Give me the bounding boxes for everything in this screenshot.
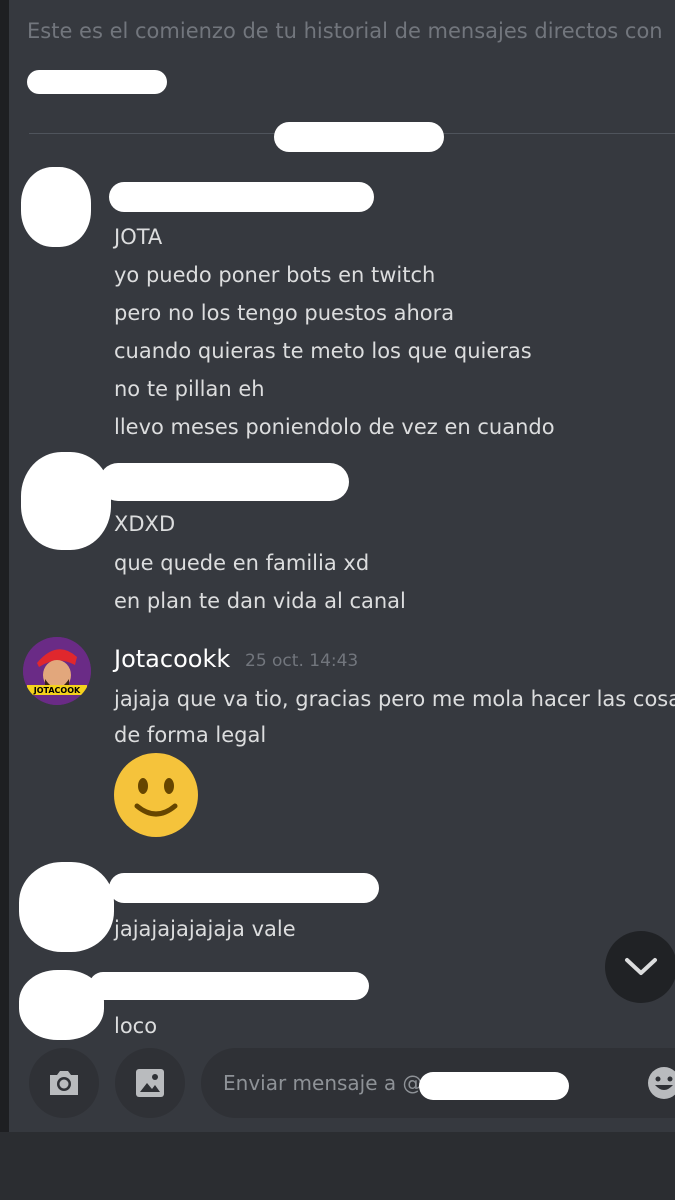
- message-line: loco: [114, 1014, 158, 1038]
- gallery-button[interactable]: [115, 1048, 185, 1118]
- chevron-down-icon: [625, 958, 657, 975]
- redacted-author: [109, 873, 379, 903]
- jump-to-present-button[interactable]: [605, 931, 675, 1003]
- redacted-avatar: [19, 862, 114, 952]
- message-line: cuando quieras te meto los que quieras: [114, 339, 532, 363]
- dm-intro-text: Este es el comienzo de tu historial de m…: [27, 19, 663, 43]
- chat-panel: Este es el comienzo de tu historial de m…: [9, 0, 675, 1132]
- message-line: jajaja que va tio, gracias pero me mola …: [114, 687, 675, 711]
- message-line: de forma legal: [114, 723, 267, 747]
- message-line: JOTA: [114, 225, 163, 249]
- author-name[interactable]: Jotacookk: [114, 643, 230, 675]
- redacted-date: [274, 122, 444, 152]
- user-avatar[interactable]: JOTACOOK: [23, 637, 91, 705]
- message-input-placeholder: Enviar mensaje a @: [223, 1071, 423, 1095]
- image-icon: [136, 1069, 164, 1097]
- redacted-author: [109, 182, 374, 212]
- avatar-text: JOTACOOK: [33, 686, 81, 695]
- redacted-author: [99, 463, 349, 501]
- camera-icon: [50, 1071, 78, 1095]
- redacted-author: [89, 972, 369, 1000]
- message-line: que quede en familia xd: [114, 551, 370, 575]
- message-line: pero no los tengo puestos ahora: [114, 301, 455, 325]
- redacted-username: [27, 70, 167, 94]
- message-line: llevo meses poniendolo de vez en cuando: [114, 415, 555, 439]
- message-line: XDXD: [114, 512, 176, 536]
- emoji-icon[interactable]: [646, 1065, 675, 1101]
- message-line: yo puedo poner bots en twitch: [114, 263, 436, 287]
- redacted-avatar: [21, 167, 91, 247]
- redacted-avatar: [21, 452, 111, 550]
- message-line: no te pillan eh: [114, 377, 265, 401]
- message-line: jajajajajajaja vale: [114, 917, 296, 941]
- bottom-bar: [0, 1132, 675, 1200]
- redacted-recipient: [419, 1072, 569, 1100]
- message-timestamp: 25 oct. 14:43: [245, 651, 359, 671]
- message-line: en plan te dan vida al canal: [114, 589, 406, 613]
- slightly-smiling-face-icon: [114, 753, 198, 837]
- camera-button[interactable]: [29, 1048, 99, 1118]
